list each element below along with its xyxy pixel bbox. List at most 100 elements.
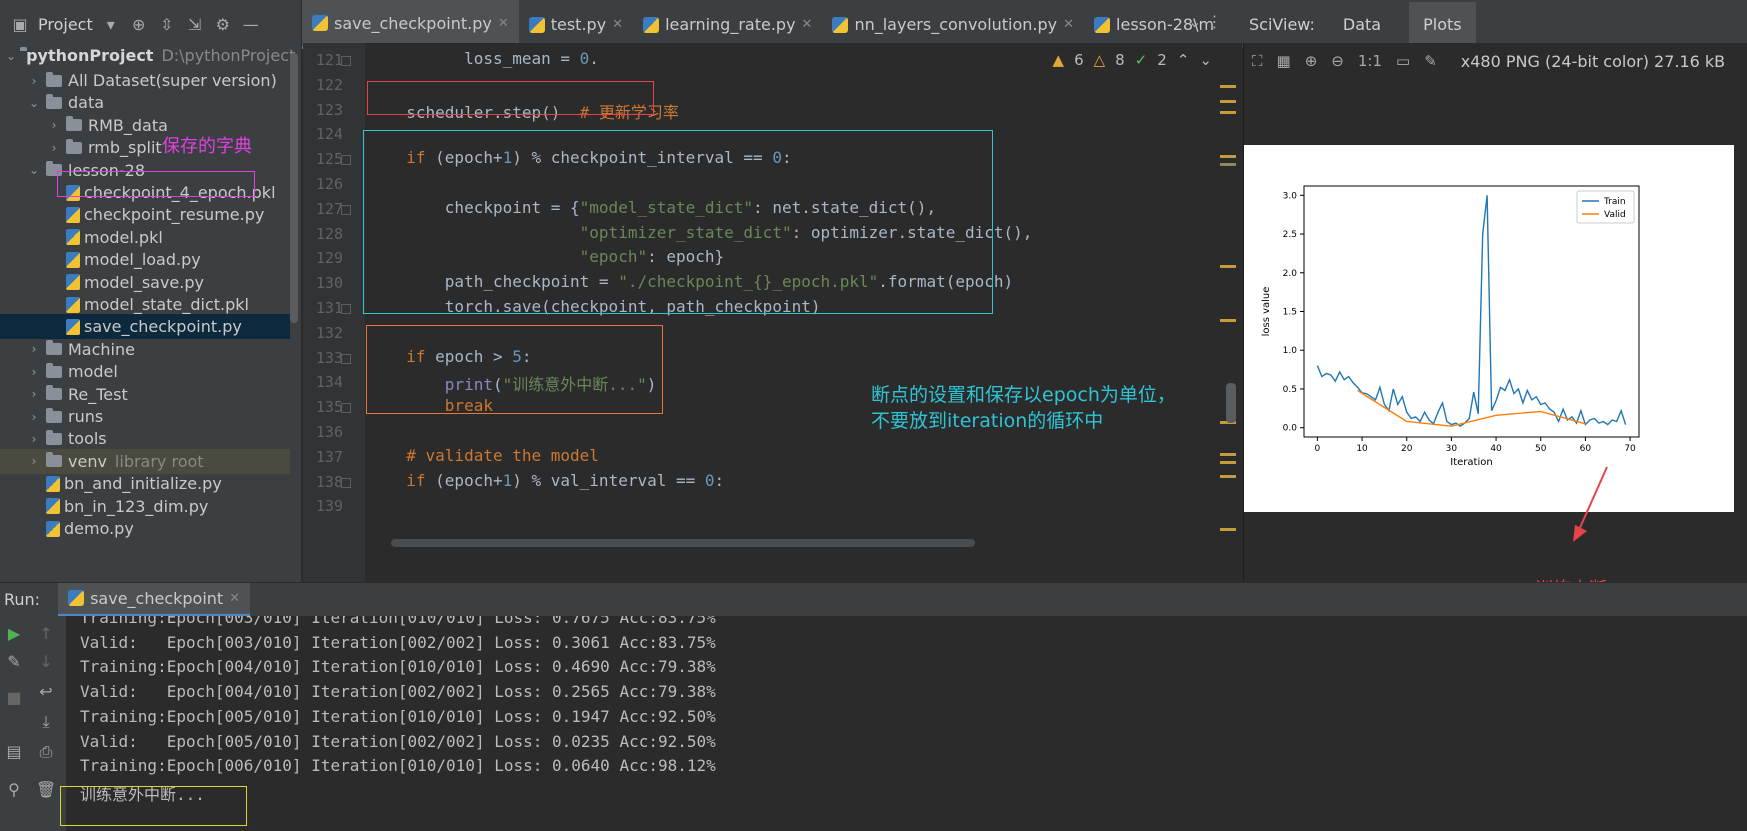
wrench-icon[interactable]: ✎ bbox=[4, 652, 24, 672]
scroll-marker[interactable] bbox=[1220, 528, 1236, 531]
tree-item[interactable]: bn_in_123_dim.py bbox=[0, 494, 290, 519]
python-file-icon bbox=[66, 274, 80, 291]
tree-item[interactable]: › Re_Test bbox=[0, 382, 290, 407]
folder-icon bbox=[46, 340, 62, 356]
inspection-widget[interactable]: ▲ 6 △ 8 ✓ 2 ⌃ ⌄ bbox=[1053, 51, 1212, 69]
gear-icon[interactable]: ⚙ bbox=[213, 15, 233, 34]
tree-scrollbar[interactable] bbox=[290, 53, 298, 323]
tab-data[interactable]: Data bbox=[1343, 15, 1381, 34]
tree-item[interactable]: ⌄ data bbox=[0, 90, 290, 115]
chevron-right-icon[interactable]: › bbox=[26, 387, 42, 401]
expand-all-icon[interactable]: ⇳ bbox=[157, 15, 177, 34]
tree-item[interactable]: model_load.py bbox=[0, 247, 290, 272]
tree-item[interactable]: model_state_dict.pkl bbox=[0, 292, 290, 317]
project-tree: ⌄ pythonProject D:\pythonProject › All Da… bbox=[0, 43, 302, 582]
chevron-down-icon[interactable]: ⌄ bbox=[1199, 51, 1212, 69]
stop-icon[interactable]: ■ bbox=[4, 688, 24, 708]
chevron-right-icon[interactable]: › bbox=[26, 432, 42, 446]
tree-item[interactable]: bn_and_initialize.py bbox=[0, 471, 290, 496]
chevron-right-icon[interactable]: › bbox=[46, 141, 62, 155]
run-console[interactable]: Training:Epoch[003/010] Iteration[010/01… bbox=[66, 616, 1747, 831]
zoom-out-icon[interactable]: ⊖ bbox=[1331, 52, 1344, 70]
scroll-marker[interactable] bbox=[1220, 85, 1236, 88]
scroll-marker[interactable] bbox=[1220, 155, 1236, 158]
chevron-right-icon[interactable]: › bbox=[26, 365, 42, 379]
chevron-right-icon[interactable]: › bbox=[26, 454, 42, 468]
project-view-label[interactable]: Project bbox=[38, 15, 93, 34]
tree-root[interactable]: ⌄ pythonProject D:\pythonProject bbox=[0, 43, 295, 68]
background-icon[interactable]: ▭ bbox=[1396, 52, 1410, 70]
chevron-right-icon[interactable]: › bbox=[26, 74, 42, 88]
close-icon[interactable]: ✕ bbox=[229, 591, 240, 606]
tab-nn-layers-convolution[interactable]: nn_layers_convolution.py ✕ bbox=[822, 0, 1084, 49]
scroll-marker[interactable] bbox=[1220, 453, 1236, 456]
scroll-marker[interactable] bbox=[1220, 100, 1236, 103]
scroll-marker[interactable] bbox=[1220, 111, 1236, 114]
arrow-up-icon[interactable]: ↑ bbox=[36, 624, 56, 644]
tab-plots[interactable]: Plots bbox=[1409, 2, 1476, 47]
chevron-up-icon[interactable]: ⌃ bbox=[1177, 51, 1190, 69]
project-view-icon[interactable]: ▣ bbox=[10, 15, 30, 34]
print-icon[interactable]: ⎙ bbox=[36, 742, 56, 762]
actual-size-button[interactable]: 1:1 bbox=[1358, 52, 1382, 70]
arrow-down-icon[interactable]: ↓ bbox=[36, 652, 56, 672]
collapse-all-icon[interactable]: ⇲ bbox=[185, 15, 205, 34]
tree-item[interactable]: › Machine bbox=[0, 337, 290, 362]
code-line[interactable]: loss_mean = 0. bbox=[387, 49, 599, 68]
code-line[interactable]: if (epoch+1) % val_interval == 0: bbox=[387, 471, 724, 490]
folder-icon bbox=[46, 71, 62, 87]
hide-panel-icon[interactable]: — bbox=[241, 15, 261, 34]
chevron-down-icon[interactable]: ⌄ bbox=[26, 163, 42, 177]
tab-overflow-chevron-icon[interactable]: ⌄ ⋮ bbox=[1188, 12, 1223, 31]
close-icon[interactable]: ✕ bbox=[498, 16, 509, 31]
pin-icon[interactable]: ⚲ bbox=[4, 780, 24, 800]
tree-item[interactable]: model.pkl bbox=[0, 225, 290, 250]
scroll-marker[interactable] bbox=[1220, 475, 1236, 478]
soft-wrap-icon[interactable]: ↩ bbox=[36, 682, 56, 702]
color-picker-icon[interactable]: ✎ bbox=[1424, 52, 1437, 70]
scroll-marker[interactable] bbox=[1220, 265, 1236, 268]
code-line[interactable]: # validate the model bbox=[387, 446, 599, 465]
layout-icon[interactable]: ▤ bbox=[4, 742, 24, 762]
tree-item[interactable]: › model bbox=[0, 359, 290, 384]
run-label: Run: bbox=[4, 590, 41, 609]
run-header: Run: save_checkpoint ✕ bbox=[0, 582, 1747, 617]
chevron-right-icon[interactable]: › bbox=[26, 342, 42, 356]
scroll-marker[interactable] bbox=[1220, 319, 1236, 322]
tab-save-checkpoint[interactable]: save_checkpoint.py ✕ bbox=[302, 0, 519, 49]
scroll-marker[interactable] bbox=[1220, 461, 1236, 464]
close-icon[interactable]: ✕ bbox=[612, 17, 623, 32]
tree-item[interactable]: demo.py bbox=[0, 516, 290, 541]
tree-item[interactable]: › All Dataset(super version) bbox=[0, 68, 290, 93]
editor-vertical-scrollbar[interactable] bbox=[1226, 383, 1236, 423]
series-line-train bbox=[1316, 195, 1627, 428]
tree-item-label: Machine bbox=[68, 339, 135, 359]
tree-item[interactable]: › venv library root bbox=[0, 448, 290, 474]
chevron-down-icon[interactable]: ▾ bbox=[101, 15, 121, 34]
editor-horizontal-scrollbar[interactable] bbox=[391, 539, 975, 547]
chevron-down-icon[interactable]: ⌄ bbox=[6, 49, 16, 63]
close-icon[interactable]: ✕ bbox=[802, 17, 813, 32]
tree-item[interactable]: checkpoint_resume.py bbox=[0, 202, 290, 227]
tree-item-label: save_checkpoint.py bbox=[84, 317, 242, 337]
scroll-to-end-icon[interactable]: ⤓ bbox=[36, 712, 56, 732]
grid-icon[interactable]: ▦ bbox=[1277, 52, 1291, 70]
tree-item[interactable]: save_checkpoint.py bbox=[0, 314, 290, 340]
chevron-right-icon[interactable]: › bbox=[26, 410, 42, 424]
locate-icon[interactable]: ⊕ bbox=[129, 15, 149, 34]
tree-item[interactable]: › runs bbox=[0, 404, 290, 429]
chevron-down-icon[interactable]: ⌄ bbox=[26, 96, 42, 110]
tab-run-save-checkpoint[interactable]: save_checkpoint ✕ bbox=[58, 582, 251, 617]
tab-test[interactable]: test.py ✕ bbox=[519, 0, 633, 49]
tab-learning-rate[interactable]: learning_rate.py ✕ bbox=[633, 0, 822, 49]
chevron-right-icon[interactable]: › bbox=[46, 118, 62, 132]
tree-item[interactable]: › tools bbox=[0, 426, 290, 451]
trash-icon[interactable]: 🗑 bbox=[36, 780, 56, 800]
rerun-icon[interactable]: ▶ bbox=[4, 624, 24, 644]
close-icon[interactable]: ✕ bbox=[1063, 17, 1074, 32]
code-editor[interactable]: 121 122 123 124 125 126 127 128 129 130 131 132 133 1… bbox=[303, 43, 1242, 582]
tree-item[interactable]: model_save.py bbox=[0, 270, 290, 295]
zoom-in-icon[interactable]: ⊕ bbox=[1305, 52, 1318, 70]
scroll-marker[interactable] bbox=[1220, 163, 1236, 166]
fit-icon[interactable]: ⛶ bbox=[1252, 52, 1263, 70]
